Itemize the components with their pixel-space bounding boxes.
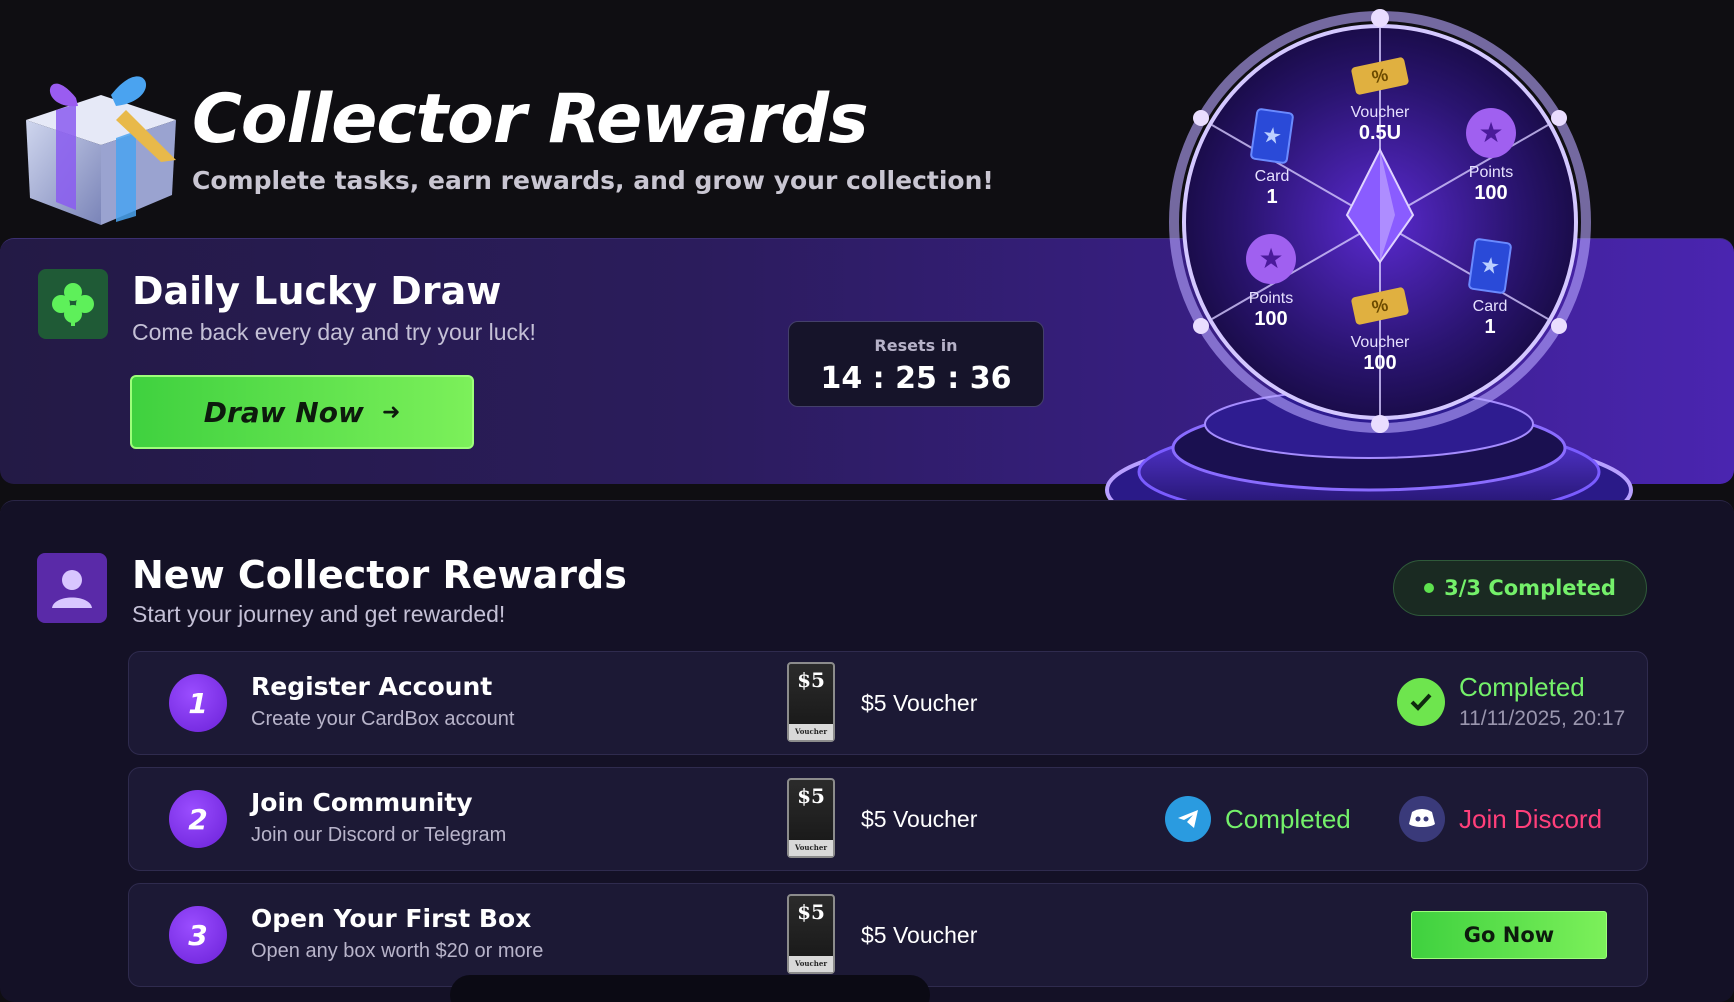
reset-timer: Resets in 14 : 25 : 36	[788, 321, 1044, 407]
reward-label: $5 Voucher	[861, 922, 978, 948]
wheel-segment-value: 100	[1474, 182, 1508, 204]
daily-draw-subtitle: Come back every day and try your luck!	[132, 319, 536, 345]
wheel-segment-value: 1	[1266, 186, 1278, 208]
draw-now-label: Draw Now	[203, 395, 364, 429]
new-collector-title: New Collector Rewards	[132, 553, 627, 597]
new-collector-subtitle: Start your journey and get rewarded!	[132, 601, 506, 627]
task-description: Open any box worth $20 or more	[251, 940, 544, 962]
arrow-right-icon: ➜	[381, 399, 401, 425]
wheel-segment-points-left: ★ Points 100	[1229, 234, 1313, 331]
task-description: Create your CardBox account	[251, 708, 515, 730]
task-number-badge: 2	[169, 790, 227, 848]
telegram-completed-label: Completed	[1225, 803, 1351, 834]
wheel-segment-voucher-top: % Voucher 0.5U	[1338, 56, 1422, 145]
task-number-badge: 3	[169, 906, 227, 964]
join-discord-button[interactable]: Join Discord	[1399, 796, 1602, 842]
page-subtitle: Complete tasks, earn rewards, and grow y…	[192, 166, 994, 195]
wheel-segment-value: 100	[1254, 308, 1288, 330]
wheel-segment-label: Card	[1472, 298, 1508, 315]
task-status: Completed 11/11/2025, 20:17	[1397, 672, 1625, 731]
voucher-badge-icon: $5 Voucher	[787, 662, 835, 742]
wheel-segment-voucher-bottom: % Voucher 100	[1338, 286, 1422, 375]
go-now-button[interactable]: Go Now	[1411, 911, 1607, 959]
card-icon: ★	[1249, 107, 1295, 165]
wheel-segment-label: Card	[1254, 168, 1290, 185]
task-number-badge: 1	[169, 674, 227, 732]
check-icon	[1397, 677, 1445, 726]
daily-draw-title: Daily Lucky Draw	[132, 269, 502, 313]
wheel-segment-points-right: ★ Points 100	[1449, 108, 1533, 205]
task-title: Register Account	[251, 672, 493, 701]
progress-badge-label: 3/3 Completed	[1444, 576, 1616, 600]
wheel-segment-card-left: ★ Card 1	[1230, 107, 1314, 209]
card-icon: ★	[1467, 237, 1513, 295]
telegram-icon	[1165, 796, 1211, 842]
task-title: Open Your First Box	[251, 904, 532, 933]
telegram-status[interactable]: Completed	[1165, 796, 1351, 842]
reset-timer-value: 14 : 25 : 36	[820, 361, 1012, 396]
wheel-segment-value: 0.5U	[1358, 122, 1402, 144]
task-row: 3 Open Your First Box Open any box worth…	[128, 883, 1648, 987]
wheel-segment-card-right: ★ Card 1	[1448, 237, 1532, 339]
bottom-nav-bar	[450, 975, 930, 1002]
reward-label: $5 Voucher	[861, 806, 978, 832]
task-row: 1 Register Account Create your CardBox a…	[128, 651, 1648, 755]
points-star-icon: ★	[1246, 234, 1296, 284]
points-star-icon: ★	[1466, 108, 1516, 158]
join-discord-label: Join Discord	[1459, 803, 1603, 834]
reset-timer-label: Resets in	[874, 336, 958, 355]
wheel-segment-value: 100	[1363, 352, 1397, 374]
status-dot-icon	[1424, 583, 1435, 593]
voucher-badge-icon: $5 Voucher	[787, 894, 835, 974]
reward-label: $5 Voucher	[861, 690, 978, 716]
completed-timestamp: 11/11/2025, 20:17	[1459, 707, 1626, 730]
voucher-icon: %	[1350, 56, 1410, 96]
voucher-icon: %	[1350, 286, 1410, 326]
task-title: Join Community	[251, 788, 473, 817]
wheel-segment-label: Points	[1468, 164, 1514, 181]
task-description: Join our Discord or Telegram	[251, 824, 507, 846]
lucky-wheel[interactable]: % Voucher 0.5U ★ Points 100 ★ Card 1 % V…	[1095, 0, 1655, 560]
task-row: 2 Join Community Join our Discord or Tel…	[128, 767, 1648, 871]
user-icon	[37, 553, 107, 623]
clover-icon	[38, 269, 108, 339]
progress-badge: 3/3 Completed	[1393, 560, 1647, 616]
wheel-segment-label: Voucher	[1350, 334, 1410, 351]
wheel-segment-value: 1	[1484, 316, 1496, 338]
new-collector-rewards-panel: New Collector Rewards Start your journey…	[0, 500, 1734, 1002]
wheel-segment-label: Points	[1248, 290, 1294, 307]
gift-box-icon	[26, 76, 176, 225]
voucher-badge-icon: $5 Voucher	[787, 778, 835, 858]
discord-icon	[1399, 796, 1445, 842]
status-completed-label: Completed	[1459, 672, 1585, 702]
page-title: Collector Rewards	[192, 80, 869, 159]
draw-now-button[interactable]: Draw Now ➜	[130, 375, 474, 449]
wheel-segment-label: Voucher	[1350, 104, 1410, 121]
